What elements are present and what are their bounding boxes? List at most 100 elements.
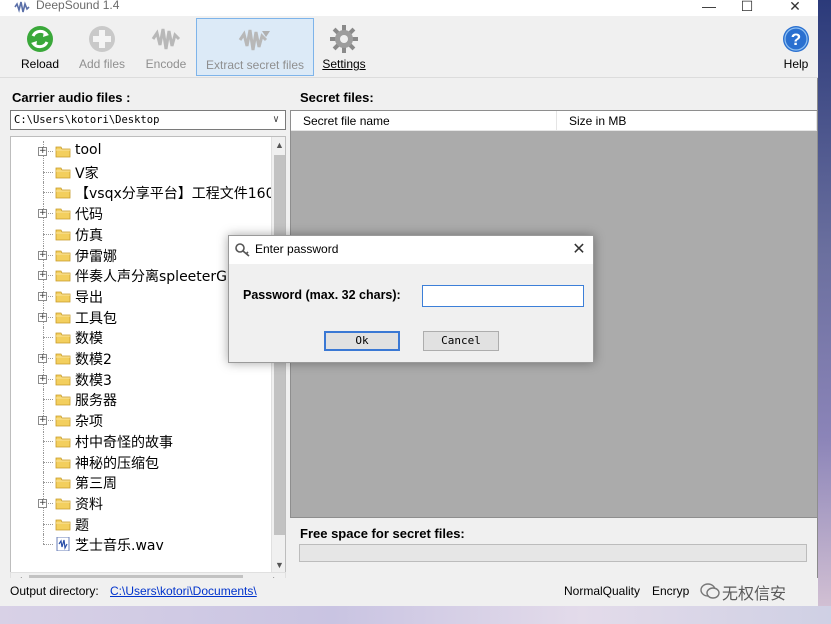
tree-branch bbox=[43, 482, 53, 484]
minimize-button[interactable]: — bbox=[694, 0, 724, 15]
folder-icon bbox=[55, 394, 71, 406]
settings-button[interactable]: Settings bbox=[318, 18, 370, 76]
extract-icon bbox=[238, 29, 270, 51]
expand-icon[interactable]: + bbox=[38, 374, 47, 384]
tree-item-label: V家 bbox=[75, 165, 99, 182]
tree-item[interactable]: + tool bbox=[11, 141, 271, 161]
tree-item[interactable]: + 代码 bbox=[11, 203, 271, 224]
reload-button[interactable]: Reload bbox=[14, 18, 66, 76]
expand-icon[interactable]: + bbox=[38, 209, 47, 219]
extract-label: Extract secret files bbox=[205, 58, 305, 72]
close-button[interactable]: ✕ bbox=[780, 0, 810, 15]
folder-icon bbox=[55, 270, 71, 282]
tree-item[interactable]: 服务器 bbox=[11, 389, 271, 410]
desktop-background-bottom bbox=[0, 606, 831, 624]
tree-item-label: 数模 bbox=[75, 331, 103, 348]
desktop-background bbox=[818, 0, 831, 624]
column-secret-file-name[interactable]: Secret file name bbox=[291, 111, 557, 131]
folder-icon bbox=[55, 167, 71, 179]
encode-button[interactable]: Encode bbox=[140, 18, 192, 76]
expand-icon[interactable]: + bbox=[38, 498, 47, 508]
folder-icon bbox=[55, 187, 71, 199]
expand-icon[interactable]: + bbox=[38, 291, 47, 301]
column-size-in-mb[interactable]: Size in MB bbox=[557, 111, 817, 131]
maximize-button[interactable]: ☐ bbox=[732, 0, 762, 15]
folder-icon bbox=[55, 208, 71, 220]
tree-branch bbox=[43, 523, 53, 525]
add-files-label: Add files bbox=[78, 57, 126, 71]
dialog-close-button[interactable]: ✕ bbox=[569, 239, 589, 259]
folder-icon bbox=[55, 250, 71, 261]
help-label: Help bbox=[783, 57, 809, 71]
tree-item-label: 工具包 bbox=[75, 310, 117, 327]
tree-item[interactable]: 【vsqx分享平台】工程文件160 bbox=[11, 182, 271, 203]
expand-icon[interactable]: + bbox=[38, 354, 47, 363]
path-dropdown[interactable]: C:\Users\kotori\Desktop ∨ bbox=[10, 110, 286, 130]
dialog-title-bar: Enter password ✕ bbox=[229, 236, 593, 264]
tree-branch bbox=[43, 171, 53, 173]
folder-icon bbox=[55, 415, 71, 427]
tree-item[interactable]: 村中奇怪的故事 bbox=[11, 430, 271, 451]
tree-item-label: 代码 bbox=[75, 207, 103, 224]
folder-icon bbox=[55, 229, 71, 241]
password-input[interactable] bbox=[422, 285, 584, 307]
add-files-icon bbox=[89, 26, 115, 52]
settings-label: Settings bbox=[322, 57, 366, 71]
extract-secret-files-button[interactable]: Extract secret files bbox=[196, 18, 314, 76]
password-dialog: Enter password ✕ Password (max. 32 chars… bbox=[228, 235, 594, 363]
add-files-button[interactable]: Add files bbox=[74, 18, 130, 76]
tree-item-label: 第三周 bbox=[75, 476, 117, 493]
tree-item[interactable]: V家 bbox=[11, 161, 271, 182]
scroll-down-icon[interactable]: ▼ bbox=[272, 557, 285, 573]
cancel-button[interactable]: Cancel bbox=[423, 331, 499, 351]
free-space-bar bbox=[299, 544, 807, 562]
encryption-status: Encryp bbox=[652, 584, 690, 598]
list-header: Secret file name Size in MB bbox=[291, 111, 817, 131]
status-bar: Output directory: C:\Users\kotori\Docume… bbox=[0, 578, 818, 606]
expand-icon[interactable]: + bbox=[38, 250, 47, 260]
tree-item[interactable]: 神秘的压缩包 bbox=[11, 451, 271, 472]
svg-text:?: ? bbox=[791, 30, 801, 49]
tree-item-label: 神秘的压缩包 bbox=[75, 455, 159, 472]
tree-item-label: tool bbox=[75, 142, 102, 158]
path-value: C:\Users\kotori\Desktop bbox=[14, 114, 160, 126]
folder-icon bbox=[55, 436, 71, 448]
help-icon: ? bbox=[783, 26, 809, 52]
gear-icon bbox=[330, 25, 358, 53]
window-title: DeepSound 1.4 bbox=[36, 0, 120, 12]
output-directory-label: Output directory: bbox=[10, 584, 99, 598]
tree-item[interactable]: + 资料 bbox=[11, 492, 271, 513]
expand-icon[interactable]: + bbox=[38, 147, 47, 156]
tree-branch bbox=[43, 399, 53, 401]
tree-item[interactable]: + 杂项 bbox=[11, 410, 271, 431]
watermark: 无权信安 bbox=[698, 578, 818, 604]
expand-icon[interactable]: + bbox=[38, 271, 47, 281]
folder-icon bbox=[55, 519, 71, 530]
expand-icon[interactable]: + bbox=[38, 312, 47, 322]
title-bar: DeepSound 1.4 — ☐ ✕ bbox=[0, 0, 818, 16]
tree-branch bbox=[43, 461, 53, 463]
tree-item-label: 资料 bbox=[75, 496, 103, 513]
password-label: Password (max. 32 chars): bbox=[243, 288, 401, 302]
tree-item-label: 仿真 bbox=[75, 227, 103, 244]
tree-item-label: 芝士音乐.wav bbox=[75, 538, 164, 555]
tree-item[interactable]: + 数模3 bbox=[11, 368, 271, 389]
scroll-up-icon[interactable]: ▲ bbox=[272, 137, 285, 153]
help-button[interactable]: ? Help bbox=[774, 18, 818, 76]
folder-icon bbox=[55, 146, 71, 158]
ok-button[interactable]: Ok bbox=[324, 331, 400, 351]
tree-branch bbox=[43, 544, 53, 546]
tree-item-label: 数模2 bbox=[75, 352, 112, 368]
tree-item[interactable]: 第三周 bbox=[11, 472, 271, 493]
output-directory-link[interactable]: C:\Users\kotori\Documents\ bbox=[110, 584, 257, 598]
tree-item[interactable]: 题 bbox=[11, 513, 271, 534]
tree-item[interactable]: 芝士音乐.wav bbox=[11, 534, 271, 554]
chevron-down-icon[interactable]: ∨ bbox=[269, 111, 283, 129]
audio-file-icon bbox=[56, 537, 70, 552]
key-icon bbox=[235, 243, 250, 257]
expand-icon[interactable]: + bbox=[38, 416, 47, 426]
free-space-label: Free space for secret files: bbox=[300, 526, 465, 541]
wechat-icon bbox=[700, 583, 720, 599]
folder-icon bbox=[55, 353, 71, 365]
tree-line bbox=[43, 534, 44, 545]
